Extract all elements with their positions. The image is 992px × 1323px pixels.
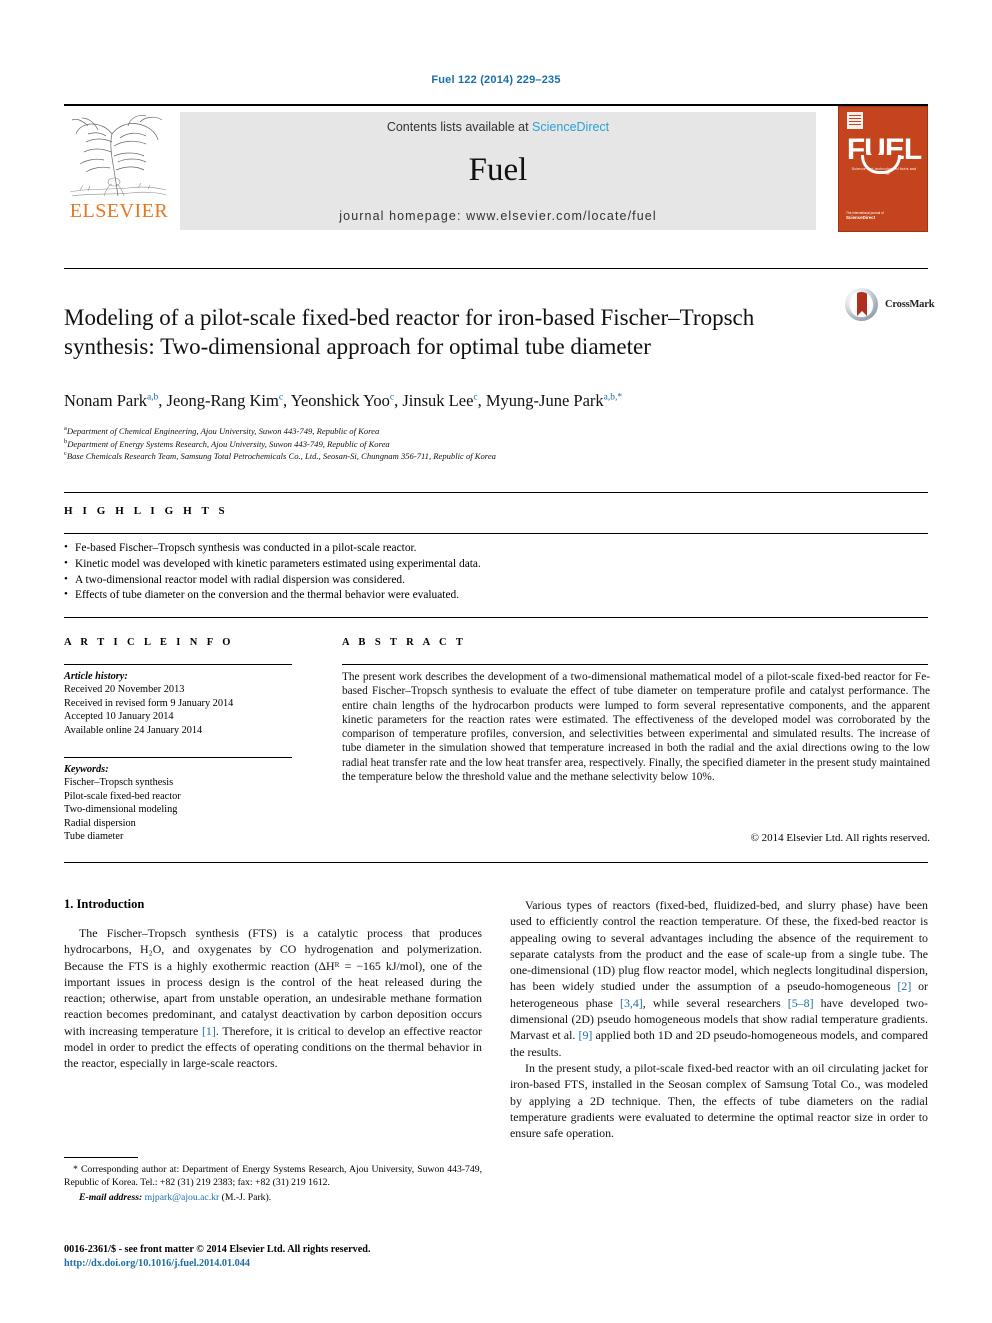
author-name[interactable]: Yeonshick Yoo — [291, 391, 390, 410]
keyword-item[interactable]: Fischer–Tropsch synthesis — [64, 776, 304, 789]
citation-link[interactable]: [5–8] — [788, 996, 814, 1010]
citation-link[interactable]: [2] — [897, 979, 911, 993]
author-name[interactable]: Myung-June Park — [486, 391, 604, 410]
highlights-heading: H I G H L I G H T S — [64, 505, 229, 517]
highlight-item: A two-dimensional reactor model with rad… — [64, 572, 928, 589]
abstract-bottom-divider — [64, 862, 928, 863]
body-paragraph: Various types of reactors (fixed-bed, fl… — [510, 898, 928, 1059]
page-title: Modeling of a pilot-scale fixed-bed reac… — [64, 305, 755, 360]
journal-masthead: ELSEVIER Contents lists available at Sci… — [64, 104, 928, 232]
email-address-link[interactable]: mjpark@ajou.ac.kr — [145, 1192, 220, 1203]
author-affiliation-marker: a,b — [146, 392, 159, 403]
article-page: Fuel 122 (2014) 229–235 ELSEVIER Content… — [0, 0, 992, 1323]
elsevier-logo: ELSEVIER — [64, 112, 174, 230]
keywords-label: Keywords: — [64, 764, 109, 775]
sciencedirect-band: Contents lists available at ScienceDirec… — [180, 112, 816, 230]
article-history-item: Accepted 10 January 2014 — [64, 711, 174, 723]
doi-link[interactable]: http://dx.doi.org/10.1016/j.fuel.2014.01… — [64, 1257, 524, 1271]
author-list: Nonam Parka,b, Jeong-Rang Kimc, Yeonshic… — [64, 391, 623, 410]
contents-prefix: Contents lists available at — [386, 120, 529, 134]
affiliation-marker: b — [64, 437, 68, 445]
citation-link[interactable]: [9] — [579, 1028, 593, 1042]
article-history-item: Available online 24 January 2014 — [64, 724, 203, 736]
article-history-item: Received 20 November 2013 — [64, 684, 185, 696]
cover-footer: The international journal of ScienceDire… — [846, 211, 906, 222]
journal-cover-thumbnail: FUEL Science and technology of fuels and… — [838, 106, 928, 232]
keyword-item[interactable]: Radial dispersion — [64, 817, 304, 830]
abstract-text: The present work describes the developme… — [342, 671, 930, 784]
sciencedirect-link[interactable]: ScienceDirect — [532, 120, 609, 134]
affiliation-item: cBase Chemicals Research Team, Samsung T… — [64, 450, 496, 462]
cover-footer-bold: ScienceDirect — [846, 215, 876, 221]
abstract-heading: A B S T R A C T — [342, 637, 467, 648]
footnote-divider — [64, 1157, 138, 1158]
crossmark-ribbon-icon — [856, 292, 867, 316]
affiliation-item: bDepartment of Energy Systems Research, … — [64, 437, 390, 449]
crossmark-badge[interactable]: CrossMark — [845, 288, 937, 322]
crossmark-inner — [850, 292, 873, 317]
keywords-divider — [64, 757, 292, 758]
email-address-suffix: (M.-J. Park). — [221, 1192, 272, 1203]
imprint-block: 0016-2361/$ - see front matter © 2014 El… — [64, 1243, 524, 1271]
highlight-item: Kinetic model was developed with kinetic… — [64, 556, 928, 573]
footnote-block: * Corresponding author at: Department of… — [64, 1163, 482, 1204]
keyword-item[interactable]: Pilot-scale fixed-bed reactor — [64, 790, 304, 803]
body-paragraph: The Fischer–Tropsch synthesis (FTS) is a… — [64, 926, 482, 1071]
article-info-heading: A R T I C L E I N F O — [64, 637, 234, 648]
highlights-list: Fe-based Fischer–Tropsch synthesis was c… — [64, 540, 928, 604]
affiliation-marker: c — [64, 450, 67, 458]
keywords-items: Fischer–Tropsch synthesis Pilot-scale fix… — [64, 776, 304, 843]
citation-link[interactable]: [1] — [202, 1024, 216, 1038]
article-info-divider — [64, 664, 292, 665]
author-affiliation-marker: c — [389, 392, 395, 403]
journal-homepage-link[interactable]: journal homepage: www.elsevier.com/locat… — [180, 209, 816, 223]
affiliation-marker: a — [64, 425, 67, 433]
highlights-mid-divider — [64, 533, 928, 534]
elsevier-wordmark: ELSEVIER — [69, 200, 169, 222]
author-affiliation-marker: a,b,* — [603, 392, 623, 403]
author-affiliation-marker: c — [278, 392, 284, 403]
highlight-item: Fe-based Fischer–Tropsch synthesis was c… — [64, 540, 928, 557]
affiliation-item: aDepartment of Chemical Engineering, Ajo… — [64, 425, 380, 436]
body-paragraph: In the present study, a pilot-scale fixe… — [510, 1060, 928, 1141]
running-head: Fuel 122 (2014) 229–235 — [431, 74, 561, 86]
article-history-item: Received in revised form 9 January 2014 — [64, 697, 234, 709]
issn-front-matter: 0016-2361/$ - see front matter © 2014 El… — [64, 1244, 371, 1255]
email-address-label: E-mail address: — [79, 1192, 143, 1203]
right-column-paragraphs: Various types of reactors (fixed-bed, fl… — [510, 897, 928, 1141]
keywords-block: Keywords: Fischer–Tropsch synthesis Pilot… — [64, 763, 304, 843]
body-column-left: 1. Introduction The Fischer–Tropsch synt… — [64, 897, 482, 1072]
article-history-items: Received 20 November 2013 Received in rev… — [64, 683, 304, 737]
keyword-item[interactable]: Tube diameter — [64, 830, 304, 843]
article-history: Article history: Received 20 November 20… — [64, 670, 304, 737]
journal-title: Fuel — [468, 152, 528, 188]
corresponding-author-note: * Corresponding author at: Department of… — [64, 1164, 482, 1188]
citation-link[interactable]: [3,4] — [620, 996, 643, 1010]
crossmark-label: CrossMark — [885, 299, 935, 310]
body-column-right: Various types of reactors (fixed-bed, fl… — [510, 897, 928, 1141]
cover-subtitle: Science and technology of fuels and ener… — [851, 167, 917, 175]
affiliation-list: aDepartment of Chemical Engineering, Ajo… — [64, 425, 928, 463]
copyright-line: © 2014 Elsevier Ltd. All rights reserved… — [750, 832, 930, 844]
highlight-item: Effects of tube diameter on the conversi… — [64, 587, 928, 604]
abstract-divider — [342, 664, 928, 665]
author-name[interactable]: Nonam Park — [64, 391, 147, 410]
title-divider — [64, 268, 928, 269]
email-line: E-mail address: mjpark@ajou.ac.kr (M.-J.… — [64, 1191, 482, 1204]
author-name[interactable]: Jinsuk Lee — [402, 391, 473, 410]
elsevier-tree-icon — [69, 115, 167, 197]
highlights-top-divider — [64, 492, 928, 493]
highlights-bottom-divider — [64, 617, 928, 618]
keyword-item[interactable]: Two-dimensional modeling — [64, 803, 304, 816]
left-column-paragraphs: The Fischer–Tropsch synthesis (FTS) is a… — [64, 925, 482, 1072]
article-history-label: Article history: — [64, 671, 128, 682]
section-heading-introduction: 1. Introduction — [64, 897, 145, 911]
author-name[interactable]: Jeong-Rang Kim — [167, 391, 279, 410]
crossmark-icon — [845, 288, 878, 321]
contents-available-line: Contents lists available at ScienceDirec… — [180, 120, 816, 134]
author-affiliation-marker: c — [473, 392, 478, 403]
cover-publisher-mark-icon — [847, 112, 863, 129]
cover-footer-small: The international journal of — [846, 210, 884, 215]
